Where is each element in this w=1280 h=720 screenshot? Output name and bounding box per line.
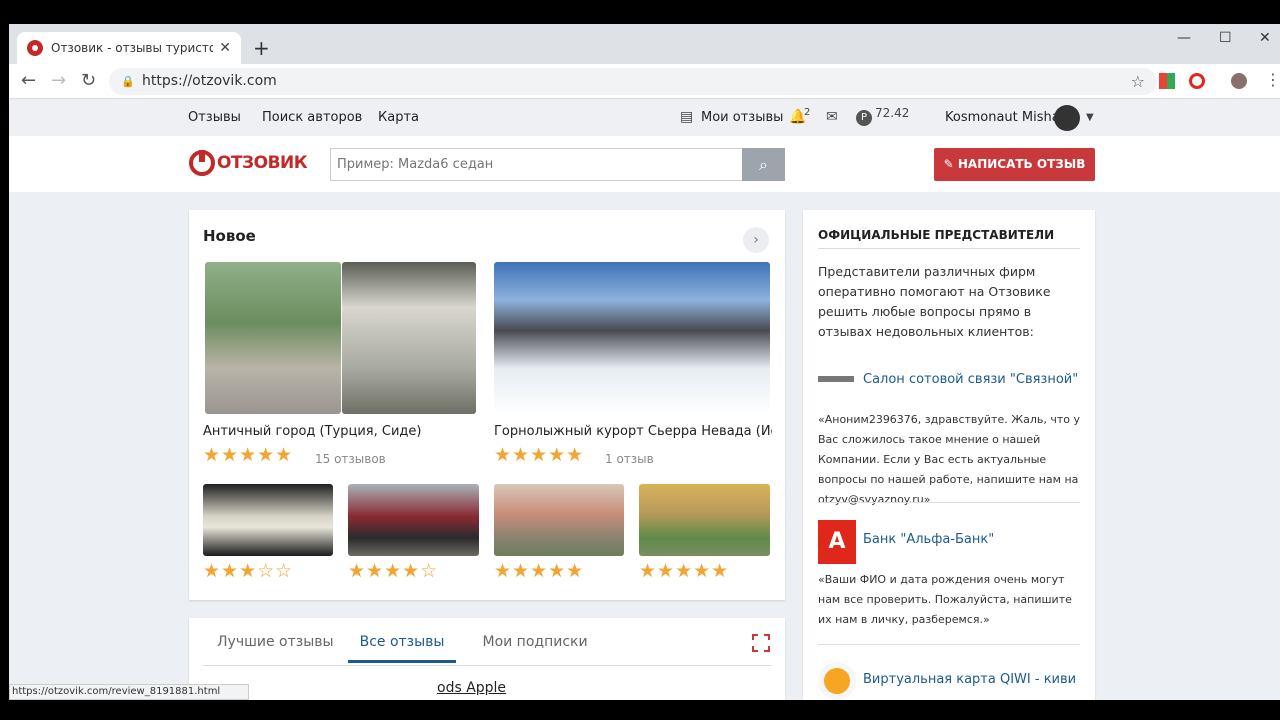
minimize-icon[interactable]: — xyxy=(1177,30,1191,46)
site-logo[interactable]: ОТЗОВИК xyxy=(189,150,308,176)
opera-extension-icon[interactable] xyxy=(1189,73,1205,89)
qiwi-logo xyxy=(818,662,856,700)
lock-icon: 🔒 xyxy=(121,75,135,88)
new-tab-icon[interactable]: + xyxy=(253,36,270,60)
search-input[interactable] xyxy=(330,148,743,181)
reviews-tabs-card: Лучшие отзывы Все отзывы Мои подписки od… xyxy=(189,618,785,700)
rating-icon: P xyxy=(856,110,872,126)
bookmark-star-icon[interactable]: ☆ xyxy=(1131,68,1145,95)
expand-icon[interactable] xyxy=(752,634,770,652)
close-window-icon[interactable]: ✕ xyxy=(1259,30,1271,46)
site-top-bar: Отзывы Поиск авторов Карта ▤ Мои отзывы … xyxy=(9,100,1280,136)
nav-reviews[interactable]: Отзывы xyxy=(188,110,241,125)
site-header: ОТЗОВИК ⌕ ✎ НАПИСАТЬ ОТЗЫВ xyxy=(9,136,1280,192)
tab-strip: Отзовик - отзывы туристов об о ✕ + — ☐ ✕ xyxy=(9,24,1280,64)
rep-link-2[interactable]: Банк "Альфа-Банк" xyxy=(863,532,994,547)
thumb-image-3[interactable] xyxy=(494,484,624,556)
section-title: Новое xyxy=(203,227,256,245)
reps-intro: Представители различных фирм оперативно … xyxy=(818,264,1051,339)
status-bar-url: https://otzovik.com/review_8191881.html xyxy=(9,684,249,700)
favicon-icon xyxy=(27,40,43,56)
browser-tab[interactable]: Отзовик - отзывы туристов об о ✕ xyxy=(17,32,241,64)
item-image-2[interactable] xyxy=(494,262,770,414)
tab-all-reviews[interactable]: Все отзывы xyxy=(347,634,457,663)
thumb-rating-2: ★★★★☆ xyxy=(348,560,439,582)
divider xyxy=(203,665,771,666)
browser-window: Отзовик - отзывы туристов об о ✕ + — ☐ ✕… xyxy=(9,24,1280,700)
close-tab-icon[interactable]: ✕ xyxy=(219,40,231,56)
address-bar[interactable]: 🔒 https://otzovik.com ☆ xyxy=(109,68,1157,95)
tab-best-reviews[interactable]: Лучшие отзывы xyxy=(217,634,334,663)
address-url: https://otzovik.com xyxy=(142,73,277,89)
notification-count: 2 xyxy=(804,107,811,118)
avatar[interactable] xyxy=(1054,105,1080,131)
profile-avatar-icon[interactable] xyxy=(1231,73,1247,89)
search-button[interactable]: ⌕ xyxy=(742,148,785,181)
search-icon: ⌕ xyxy=(759,155,768,174)
new-section: Новое › Античный город (Турция, Сиде) Го… xyxy=(189,210,785,600)
rating-value: 72.42 xyxy=(875,106,910,120)
nav-search-authors[interactable]: Поиск авторов xyxy=(262,110,362,125)
write-review-label: НАПИСАТЬ ОТЗЫВ xyxy=(957,157,1086,171)
reps-heading: ОФИЦИАЛЬНЫЕ ПРЕДСТАВИТЕЛИ xyxy=(818,228,1080,249)
review-count-2[interactable]: 1 отзыв xyxy=(605,452,654,466)
forward-icon[interactable]: → xyxy=(51,70,66,91)
thumb-rating-1: ★★★☆☆ xyxy=(203,560,294,582)
menu-dots-icon[interactable]: ⋮ xyxy=(1265,70,1280,89)
username[interactable]: Kosmonaut Misha xyxy=(945,110,1060,125)
mail-icon[interactable]: ✉ xyxy=(826,109,838,125)
logo-icon xyxy=(189,150,215,176)
chat-icon: ▤ xyxy=(680,109,694,125)
my-reviews-link[interactable]: Мои отзывы xyxy=(701,110,783,125)
browser-toolbar: ← → ↻ 🔒 https://otzovik.com ☆ ⋮ xyxy=(9,64,1280,99)
extension-grid-icon[interactable] xyxy=(1159,73,1175,89)
next-arrow-icon[interactable]: › xyxy=(743,227,769,253)
rep-link-3[interactable]: Виртуальная карта QIWI - киви xyxy=(863,672,1076,687)
nav-map[interactable]: Карта xyxy=(378,110,419,125)
svyaznoy-logo xyxy=(818,376,854,382)
reload-icon[interactable]: ↻ xyxy=(81,70,96,91)
review-tabs: Лучшие отзывы Все отзывы Мои подписки xyxy=(217,634,614,663)
official-reps-panel: ОФИЦИАЛЬНЫЕ ПРЕДСТАВИТЕЛИ Представители … xyxy=(803,210,1095,700)
write-review-button[interactable]: ✎ НАПИСАТЬ ОТЗЫВ xyxy=(934,148,1095,181)
item-image-1a[interactable] xyxy=(205,262,341,414)
thumb-image-4[interactable] xyxy=(639,484,770,556)
rating-stars-2: ★★★★★ xyxy=(494,444,585,466)
divider xyxy=(818,502,1080,503)
thumb-image-2[interactable] xyxy=(348,484,479,556)
rep-link-1[interactable]: Салон сотовой связи "Связной" xyxy=(863,372,1078,387)
thumb-rating-4: ★★★★★ xyxy=(639,560,730,582)
maximize-icon[interactable]: ☐ xyxy=(1219,30,1232,46)
chevron-down-icon[interactable]: ▼ xyxy=(1086,112,1094,123)
rating-stars-1: ★★★★★ xyxy=(203,444,294,466)
back-icon[interactable]: ← xyxy=(21,70,36,91)
tab-my-subscriptions[interactable]: Мои подписки xyxy=(482,634,587,663)
alfa-bank-logo: А xyxy=(818,520,856,564)
review-link[interactable]: ods Apple xyxy=(437,680,506,696)
tab-title: Отзовик - отзывы туристов об о xyxy=(51,41,214,55)
thumb-image-1[interactable] xyxy=(203,484,333,556)
item-title-2[interactable]: Горнолыжный курорт Сьерра Невада (Испа..… xyxy=(494,424,772,439)
item-title-1[interactable]: Античный город (Турция, Сиде) xyxy=(203,424,483,439)
item-image-1b[interactable] xyxy=(342,262,476,414)
thumb-rating-3: ★★★★★ xyxy=(494,560,585,582)
logo-text: ОТЗОВИК xyxy=(217,153,308,173)
divider xyxy=(818,644,1080,645)
rep-quote-2: «Ваши ФИО и дата рождения очень могут на… xyxy=(818,573,1072,626)
pencil-icon: ✎ xyxy=(943,157,958,171)
review-count-1[interactable]: 15 отзывов xyxy=(315,452,386,466)
rep-quote-1: «Аноним2396376, здравствуйте. Жаль, что … xyxy=(818,413,1080,506)
